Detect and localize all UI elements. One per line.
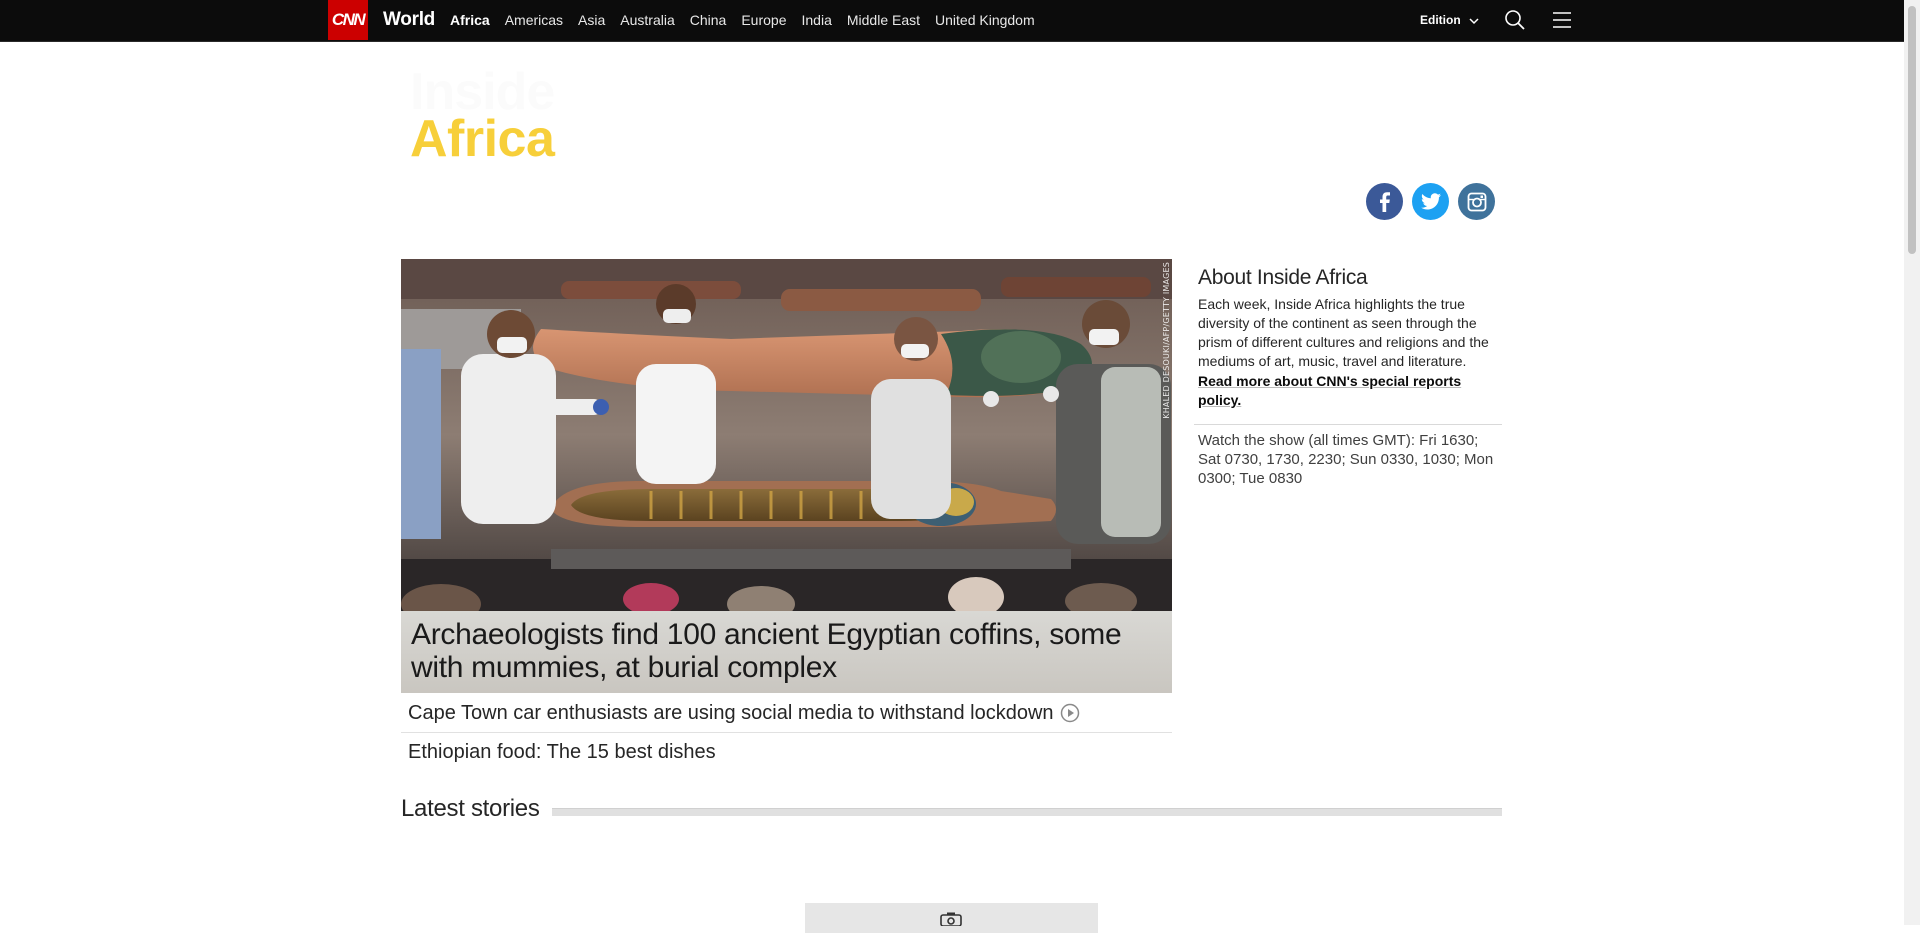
scrollbar-thumb[interactable] xyxy=(1908,6,1916,254)
nav-link-americas[interactable]: Americas xyxy=(505,12,563,28)
special-reports-policy-link[interactable]: Read more about CNN's special reports po… xyxy=(1198,372,1488,410)
hero-image-sarcophagus[interactable] xyxy=(401,259,1172,611)
hero-headline[interactable]: Archaeologists find 100 ancient Egyptian… xyxy=(411,618,1161,684)
nav-link-india[interactable]: India xyxy=(802,12,832,28)
hero-caption[interactable]: Archaeologists find 100 ancient Egyptian… xyxy=(401,611,1172,693)
social-links xyxy=(1366,183,1495,220)
nav-link-middle-east[interactable]: Middle East xyxy=(847,12,920,28)
hero-story[interactable]: Archaeologists find 100 ancient Egyptian… xyxy=(401,259,1172,693)
latest-stories-heading: Latest stories xyxy=(401,795,540,822)
chevron-down-icon xyxy=(1469,1,1479,41)
edition-label: Edition xyxy=(1420,13,1461,27)
menu-icon[interactable] xyxy=(1551,9,1573,31)
nav-link-australia[interactable]: Australia xyxy=(620,12,674,28)
about-description: Each week, Inside Africa highlights the … xyxy=(1198,296,1489,369)
latest-stories-rule xyxy=(552,808,1502,816)
nav-link-united-kingdom[interactable]: United Kingdom xyxy=(935,12,1035,28)
instagram-icon[interactable] xyxy=(1458,183,1495,220)
sidebar-divider xyxy=(1194,424,1502,425)
twitter-icon[interactable] xyxy=(1412,183,1449,220)
facebook-icon[interactable] xyxy=(1366,183,1403,220)
nav-link-africa[interactable]: Africa xyxy=(450,12,490,28)
nav-link-asia[interactable]: Asia xyxy=(578,12,605,28)
search-icon[interactable] xyxy=(1504,9,1526,31)
page-scrollbar[interactable] xyxy=(1904,0,1920,925)
section-title-world[interactable]: World xyxy=(383,0,435,40)
brand-africa-text: Africa xyxy=(410,110,555,168)
nav-links: Africa Americas Asia Australia China Eur… xyxy=(450,0,1050,40)
nav-link-europe[interactable]: Europe xyxy=(741,12,786,28)
hero-image-credit: KHALED DESOUKI/AFP/GETTY IMAGES xyxy=(1162,262,1171,419)
story-link-ethiopian-food[interactable]: Ethiopian food: The 15 best dishes xyxy=(401,733,1172,771)
nav-link-china[interactable]: China xyxy=(690,12,727,28)
watch-schedule: Watch the show (all times GMT): Fri 1630… xyxy=(1198,432,1494,487)
story-title[interactable]: Ethiopian food: The 15 best dishes xyxy=(408,741,716,764)
cnn-logo[interactable]: CNN xyxy=(328,0,368,40)
about-title: About Inside Africa xyxy=(1198,266,1368,289)
story-title[interactable]: Cape Town car enthusiasts are using soci… xyxy=(408,702,1054,725)
story-link-cape-town[interactable]: Cape Town car enthusiasts are using soci… xyxy=(401,694,1172,733)
top-nav: CNN World Africa Americas Asia Australia… xyxy=(0,0,1904,42)
camera-icon xyxy=(940,912,962,931)
edition-dropdown[interactable]: Edition xyxy=(1420,0,1479,40)
play-icon xyxy=(1060,703,1080,723)
